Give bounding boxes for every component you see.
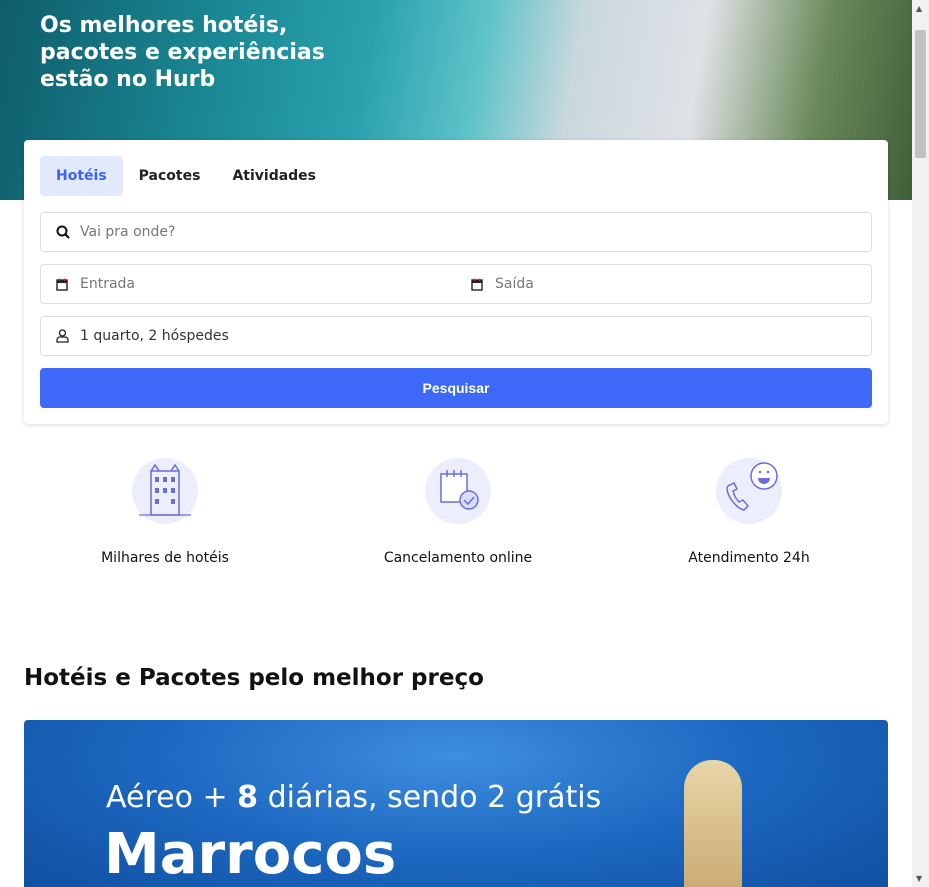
checkout-placeholder: Saída <box>495 276 534 292</box>
search-button[interactable]: Pesquisar <box>40 368 872 408</box>
promo-banner-marrocos[interactable]: Aéreo + 8 diárias, sendo 2 grátis Marroc… <box>24 720 888 887</box>
calendar-icon <box>471 278 485 291</box>
destination-placeholder: Vai pra onde? <box>80 224 176 240</box>
scroll-up-arrow-icon[interactable]: ▲ <box>916 4 922 13</box>
page: Os melhores hotéis, pacotes e experiênci… <box>0 0 912 887</box>
phone-chat-icon <box>716 458 782 524</box>
destination-input[interactable]: Vai pra onde? <box>40 212 872 252</box>
scrollbar-thumb[interactable] <box>915 30 926 158</box>
scroll-down-arrow-icon[interactable]: ▼ <box>916 874 922 883</box>
promo-subtitle: Aéreo + 8 diárias, sendo 2 grátis <box>106 780 601 815</box>
promo-prefix: Aéreo + <box>106 780 238 815</box>
guests-value: 1 quarto, 2 hóspedes <box>80 328 229 344</box>
tab-pacotes[interactable]: Pacotes <box>123 156 217 196</box>
promo-suffix: diárias, sendo 2 grátis <box>258 780 602 815</box>
feature-support: Atendimento 24h <box>649 458 849 566</box>
search-card: Hotéis Pacotes Atividades Vai pra onde? … <box>24 140 888 424</box>
checkout-input[interactable]: Saída <box>456 265 871 303</box>
checkin-placeholder: Entrada <box>80 276 136 292</box>
promo-days: 8 <box>237 780 259 815</box>
search-tabs: Hotéis Pacotes Atividades <box>40 156 332 196</box>
calendar-icon <box>56 278 70 291</box>
tab-atividades[interactable]: Atividades <box>216 156 332 196</box>
vertical-scrollbar[interactable]: ▲ ▼ <box>912 0 929 887</box>
checkin-input[interactable]: Entrada <box>41 265 456 303</box>
tab-hoteis[interactable]: Hotéis <box>40 156 123 196</box>
user-icon <box>56 329 70 343</box>
feature-label: Cancelamento online <box>383 550 533 566</box>
feature-label: Milhares de hotéis <box>101 550 229 566</box>
feature-hotels: Milhares de hotéis <box>65 458 265 566</box>
guests-selector[interactable]: 1 quarto, 2 hóspedes <box>40 316 872 356</box>
date-range-field: Entrada Saída <box>40 264 872 304</box>
promo-destination: Marrocos <box>104 822 397 887</box>
hero-title: Os melhores hotéis, pacotes e experiênci… <box>40 13 325 92</box>
feature-label: Atendimento 24h <box>688 550 810 566</box>
search-icon <box>56 225 70 239</box>
section-title: Hotéis e Pacotes pelo melhor preço <box>24 665 484 691</box>
hotel-icon <box>132 458 198 524</box>
feature-cancel: Cancelamento online <box>358 458 558 566</box>
calendar-check-icon <box>425 458 491 524</box>
mosque-tower-image <box>684 760 742 887</box>
